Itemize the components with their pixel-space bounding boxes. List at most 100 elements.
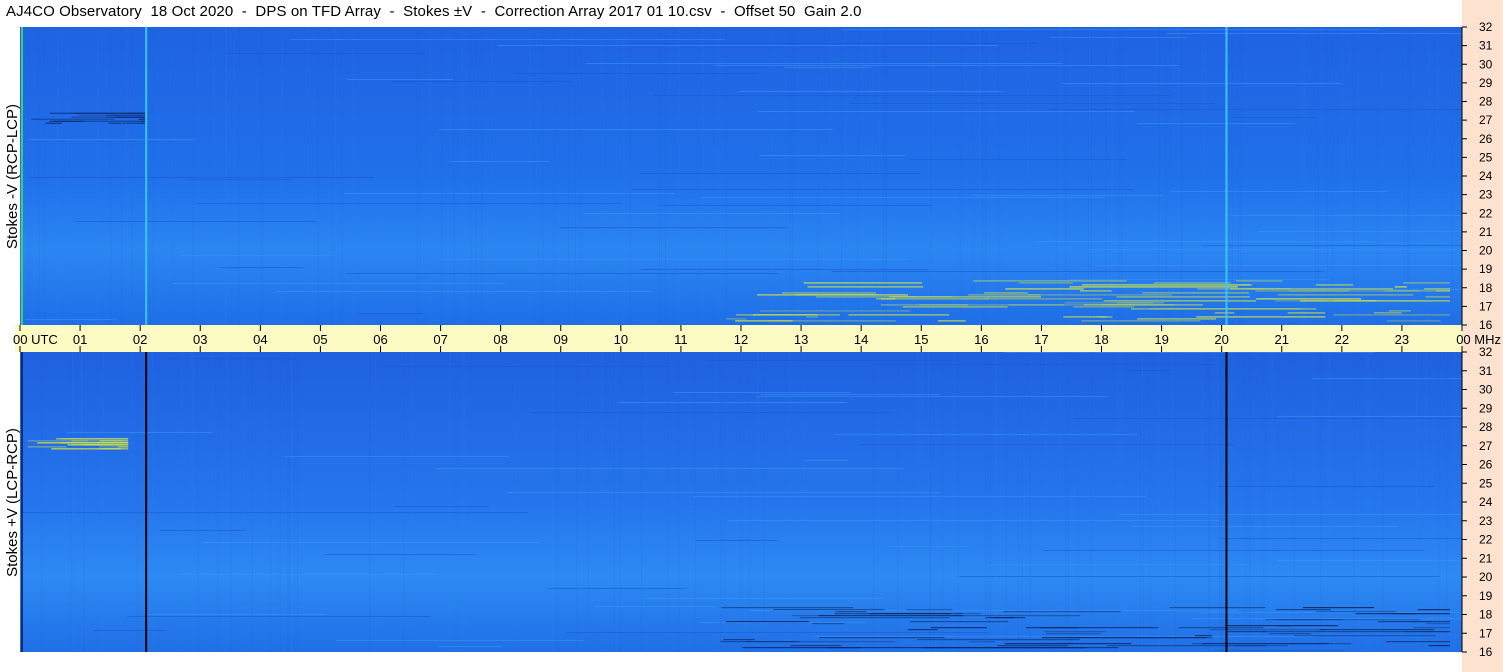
bottom-texture-streak [695,540,778,541]
bottom-texture-streak [1277,560,1462,561]
bottom-texture-streak [178,574,438,575]
bottom-texture-streak [547,588,688,589]
time-tick-label: 19 [1154,332,1168,347]
top-texture-streak [291,39,725,40]
top-texture-streak [189,179,291,180]
bottom-texture-column [1059,352,1061,652]
bottom-burst-streak [910,621,1009,623]
top-burst-streak [1131,308,1158,310]
top-texture-streak [449,161,550,162]
top-texture-column [1317,27,1319,325]
bottom-texture-streak [815,636,1314,637]
top-texture-column [461,27,463,325]
bottom-burst-streak [1003,611,1121,613]
top-texture-column [660,27,662,325]
time-tick-label: 11 [674,332,688,347]
bottom-texture-streak [203,542,540,543]
bottom-burst-streak [1210,629,1327,631]
top-texture-streak [1096,265,1462,266]
bottom-burst-streak [1385,641,1450,643]
bottom-burst-streak [790,645,842,647]
bottom-texture-streak [760,394,941,395]
top-texture-streak [759,155,906,156]
bottom-panel: 16 17 18 19 20 21 22 23 24 25 26 27 28 29 30 31 32 [20,345,1493,659]
time-tick-label: 18 [1094,332,1108,347]
top-burst-streak [795,294,909,296]
top-texture-streak [1048,109,1462,110]
bottom-burst-streak [726,621,809,623]
top-texture-streak [358,313,424,314]
top-y-tick-label: 29 [1479,76,1493,90]
bottom-texture-column [1271,352,1273,652]
bottom-texture-column [71,352,73,652]
bottom-texture-streak [727,520,1219,521]
top-burst-streak [1019,282,1073,284]
bottom-texture-streak [693,496,1147,497]
top-texture-column [857,27,859,325]
top-burst-streak [735,320,793,322]
top-burst-streak [937,320,966,322]
top-texture-column [537,27,539,325]
bottom-texture-column [678,352,680,652]
bottom-texture-column [556,352,558,652]
bottom-texture-streak [708,360,954,361]
bottom-texture-column [720,352,722,652]
top-burst-streak [1083,304,1203,306]
top-texture-column [416,27,418,325]
time-tick-label: 20 [1214,332,1228,347]
top-burst-streak [1069,286,1238,288]
top-texture-streak [583,213,840,214]
top-texture-streak [438,129,833,130]
top-texture-column [126,27,128,325]
top-texture-column [884,27,886,325]
bottom-texture-streak [22,512,529,513]
top-burst-streak [1274,300,1428,302]
bottom-texture-column [1005,352,1007,652]
top-texture-column [542,27,544,325]
bottom-texture-streak [336,640,584,641]
bottom-texture-column [1076,352,1078,652]
bottom-texture-column [1415,352,1417,652]
top-burst-streak [1156,308,1317,310]
top-burst-streak [1236,280,1283,282]
bottom-y-tick-label: 18 [1479,608,1493,622]
bottom-burst-streak [811,623,845,625]
top-burst-streak [1081,284,1251,286]
top-texture-column [529,27,531,325]
bottom-texture-streak [858,444,1236,445]
top-texture-column [1156,27,1158,325]
top-panel: 16 17 18 19 20 21 22 23 24 25 26 27 28 29 30 31 32 [20,20,1493,332]
top-burst-streak [725,318,747,320]
bottom-burst-streak [62,438,129,440]
top-texture-streak [1166,33,1462,34]
top-burst-streak [1027,294,1173,296]
bottom-texture-column [897,352,899,652]
bottom-texture-streak [160,530,246,531]
bottom-texture-column [136,352,138,652]
bottom-burst-streak [1227,631,1266,633]
top-texture-streak [343,193,675,194]
bottom-y-tick-label: 28 [1479,420,1493,434]
top-texture-column [623,27,625,325]
bottom-y-tick-label: 20 [1479,570,1493,584]
time-axis: 00 UTC 01 02 03 04 05 06 07 08 09 10 11 12 13 14 15 16 17… [13,325,1501,352]
bottom-texture-column [251,352,253,652]
top-texture-column [717,27,719,325]
top-burst-streak [1116,296,1250,298]
bottom-texture-column [402,352,404,652]
time-tick-label: 00 UTC [13,332,58,347]
top-texture-column [334,27,336,325]
top-texture-column [1158,27,1160,325]
top-texture-column [171,27,173,325]
top-texture-column [97,27,99,325]
bottom-texture-column [601,352,603,652]
top-texture-streak [715,65,1179,66]
top-texture-streak [1036,241,1376,242]
time-tick-label: 22 [1335,332,1349,347]
bottom-texture-column [619,352,621,652]
top-texture-column [831,27,833,325]
top-texture-column [481,27,483,325]
bottom-texture-streak [146,614,326,615]
top-texture-column [233,27,235,325]
bottom-texture-streak [168,358,298,359]
